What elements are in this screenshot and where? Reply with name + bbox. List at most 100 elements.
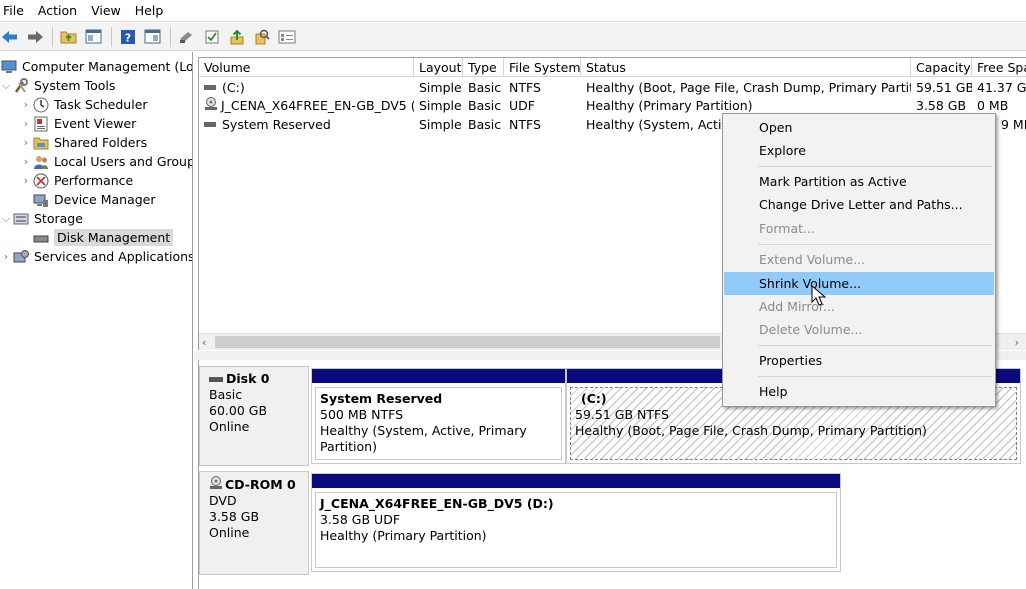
- tree-item-system-tools[interactable]: ⌵ System Tools: [0, 76, 115, 95]
- event-viewer-icon: [32, 116, 50, 132]
- menu-item-mark-partition-active[interactable]: Mark Partition as Active: [724, 170, 994, 193]
- tree-item-computer-management[interactable]: Computer Management (Local: [0, 57, 192, 76]
- tree-item-local-users-and-groups[interactable]: › Local Users and Groups: [20, 152, 192, 171]
- menu-item-explore[interactable]: Explore: [724, 139, 994, 162]
- cd-drive-icon: [209, 476, 223, 493]
- scroll-right-icon[interactable]: ›: [1015, 334, 1019, 351]
- back-arrow-icon[interactable]: [0, 27, 19, 46]
- up-folder-icon[interactable]: [59, 27, 78, 46]
- partition-d[interactable]: J_CENA_X64FREE_EN-GB_DV5 (D:) 3.58 GB UD…: [311, 473, 841, 572]
- disk-0-label[interactable]: Disk 0 Basic 60.00 GB Online: [199, 366, 309, 466]
- menu-separator: [758, 345, 992, 346]
- menu-bar: File Action View Help: [0, 0, 1026, 22]
- menu-item-open[interactable]: Open: [724, 116, 994, 139]
- partition-bar: [312, 474, 840, 488]
- menu-item-help[interactable]: Help: [724, 380, 994, 403]
- toolbar-separator: [111, 26, 112, 47]
- forward-arrow-icon[interactable]: [25, 27, 44, 46]
- disk-size: 60.00 GB: [209, 403, 268, 418]
- column-header-volume[interactable]: Volume: [199, 58, 414, 77]
- chevron-right-icon[interactable]: ›: [20, 117, 32, 130]
- volume-layout: Simple: [419, 80, 462, 95]
- navigation-tree: Computer Management (Local ⌵ System Tool…: [0, 52, 193, 589]
- toolbar: ?: [0, 23, 1026, 51]
- volume-free-space: 41.37 GB: [977, 80, 1026, 95]
- menu-action[interactable]: Action: [31, 0, 84, 22]
- users-icon: [32, 154, 50, 170]
- properties-icon[interactable]: [277, 27, 296, 46]
- column-header-layout[interactable]: Layout: [414, 58, 463, 77]
- table-row[interactable]: (C:) Simple Basic NTFS Healthy (Boot, Pa…: [199, 78, 1026, 97]
- volume-list-header: Volume Layout Type File System Status Ca…: [199, 58, 1026, 77]
- upload-icon[interactable]: [227, 27, 246, 46]
- partition-title: J_CENA_X64FREE_EN-GB_DV5 (D:): [320, 496, 554, 511]
- tree-item-performance[interactable]: › Performance: [20, 171, 133, 190]
- disk-name: CD-ROM 0: [225, 476, 296, 492]
- chevron-right-icon[interactable]: ›: [20, 98, 32, 111]
- column-header-status[interactable]: Status: [581, 58, 911, 77]
- chevron-right-icon[interactable]: ›: [20, 155, 32, 168]
- menu-item-format: Format...: [759, 221, 815, 236]
- chevron-down-icon[interactable]: ⌵: [0, 212, 12, 226]
- check-icon[interactable]: [202, 27, 221, 46]
- partition-title: System Reserved: [320, 391, 443, 406]
- partition-size: 59.51 GB NTFS: [575, 407, 669, 422]
- tree-item-shared-folders[interactable]: › Shared Folders: [20, 133, 147, 152]
- help-icon[interactable]: ?: [118, 27, 137, 46]
- volume-file-system: UDF: [509, 98, 535, 113]
- tree-item-task-scheduler[interactable]: › Task Scheduler: [20, 95, 148, 114]
- chevron-right-icon[interactable]: ›: [20, 136, 32, 149]
- disk-icon: [209, 376, 223, 382]
- computer-management-icon: [0, 59, 18, 75]
- partition-bar: [312, 369, 565, 383]
- console-view-icon[interactable]: [143, 27, 162, 46]
- menu-separator: [758, 376, 992, 377]
- tree-item-storage[interactable]: ⌵ Storage: [0, 209, 83, 228]
- column-header-file-system[interactable]: File System: [504, 58, 581, 77]
- connect-icon[interactable]: [177, 27, 196, 46]
- services-icon: [12, 249, 30, 265]
- partition-status: Healthy (Boot, Page File, Crash Dump, Pr…: [575, 423, 927, 438]
- volume-type: Basic: [468, 80, 502, 95]
- menu-item-shrink-volume[interactable]: Shrink Volume...: [724, 272, 994, 295]
- menu-view[interactable]: View: [84, 0, 128, 22]
- menu-help[interactable]: Help: [128, 0, 171, 22]
- scrollbar-thumb[interactable]: [215, 336, 720, 348]
- partition-size: 3.58 GB UDF: [320, 512, 401, 527]
- column-header-capacity[interactable]: Capacity: [911, 58, 972, 77]
- chevron-right-icon[interactable]: ›: [20, 174, 32, 187]
- menu-item-change-drive-letter[interactable]: Change Drive Letter and Paths...: [724, 193, 994, 216]
- tree-item-device-manager[interactable]: Device Manager: [20, 190, 156, 209]
- partition-system-reserved[interactable]: System Reserved 500 MB NTFS Healthy (Sys…: [311, 368, 566, 464]
- volume-layout: Simple: [419, 98, 462, 113]
- partition-size: 500 MB NTFS: [320, 407, 404, 422]
- disk-kind: DVD: [209, 493, 237, 508]
- scroll-left-icon[interactable]: ‹: [202, 334, 206, 351]
- menu-item-properties[interactable]: Properties: [724, 349, 994, 372]
- volume-name: J_CENA_X64FREE_EN-GB_DV5 (D:): [221, 98, 414, 113]
- tree-item-services-and-applications[interactable]: › Services and Applications: [0, 247, 192, 266]
- tools-icon: [12, 77, 30, 94]
- chevron-down-icon[interactable]: ⌵: [0, 79, 12, 93]
- search-icon[interactable]: [252, 27, 271, 46]
- shared-folder-icon: [32, 135, 50, 151]
- volume-type: Basic: [468, 117, 502, 132]
- tree-item-disk-management[interactable]: Disk Management: [20, 228, 174, 247]
- tree-item-event-viewer[interactable]: › Event Viewer: [20, 114, 136, 133]
- volume-status: Healthy (Boot, Page File, Crash Dump, Pr…: [586, 80, 911, 95]
- menu-file[interactable]: File: [0, 0, 31, 22]
- volume-name: (C:): [222, 80, 245, 95]
- show-hide-tree-icon[interactable]: [84, 27, 103, 46]
- volume-icon: [204, 122, 216, 127]
- partition-status: Healthy (Primary Partition): [320, 528, 487, 543]
- volume-icon: [204, 85, 216, 90]
- chevron-right-icon[interactable]: ›: [0, 250, 12, 263]
- menu-separator: [758, 244, 992, 245]
- disk-size: 3.58 GB: [209, 509, 260, 524]
- cdrom-0-label[interactable]: CD-ROM 0 DVD 3.58 GB Online: [199, 471, 309, 575]
- disk-state: Online: [209, 525, 250, 540]
- menu-separator: [758, 166, 992, 167]
- menu-item-extend-volume: Extend Volume...: [759, 252, 866, 267]
- column-header-free-space[interactable]: Free Spa: [972, 58, 1026, 77]
- column-header-type[interactable]: Type: [463, 58, 504, 77]
